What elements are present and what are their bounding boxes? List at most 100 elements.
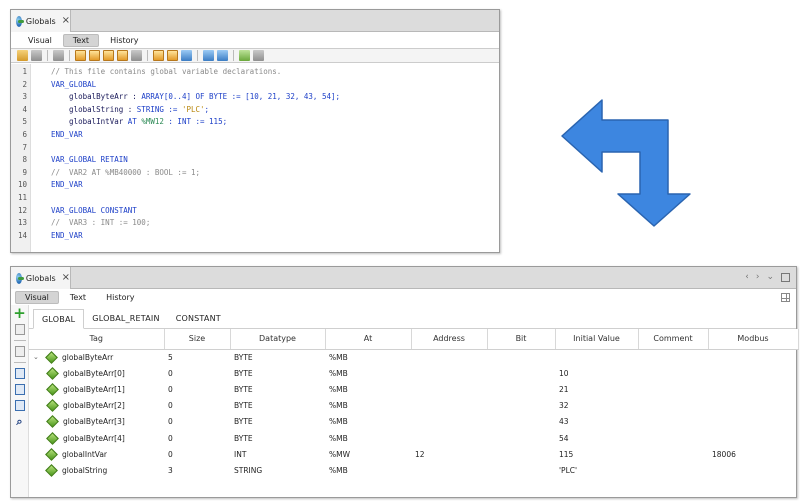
size-cell[interactable]: 5 xyxy=(164,349,230,365)
modbus-cell[interactable] xyxy=(708,398,798,414)
at-cell[interactable]: %MB xyxy=(325,462,411,478)
address-cell[interactable] xyxy=(411,462,487,478)
datatype-cell[interactable]: BYTE xyxy=(230,430,325,446)
comment-cell[interactable] xyxy=(638,365,708,381)
subtab-visual[interactable]: Visual xyxy=(19,34,61,47)
scroll-left-icon[interactable]: ‹ xyxy=(745,272,749,282)
datatype-cell[interactable]: BYTE xyxy=(230,398,325,414)
table-row[interactable]: globalByteArr[4] 0 BYTE %MB 54 xyxy=(29,430,798,446)
address-cell[interactable] xyxy=(411,398,487,414)
at-cell[interactable]: %MW xyxy=(325,446,411,462)
tag-cell[interactable]: globalByteArr[4] xyxy=(29,430,164,446)
address-cell[interactable] xyxy=(411,414,487,430)
open-icon[interactable] xyxy=(17,50,28,61)
chevron-down-icon[interactable]: ⌄ xyxy=(766,272,774,282)
grid-layout-icon[interactable] xyxy=(781,293,790,302)
find-prev-icon[interactable] xyxy=(89,50,100,61)
at-cell[interactable]: %MB xyxy=(325,398,411,414)
refresh-icon[interactable] xyxy=(14,400,25,411)
tab-constant[interactable]: CONSTANT xyxy=(168,308,229,328)
bit-cell[interactable] xyxy=(487,349,555,365)
datatype-cell[interactable]: BYTE xyxy=(230,349,325,365)
globals-doc-tab[interactable]: Globals × xyxy=(11,267,71,289)
find-icon[interactable] xyxy=(75,50,86,61)
comment-cell[interactable] xyxy=(638,430,708,446)
maximize-icon[interactable] xyxy=(781,273,790,282)
comment-cell[interactable] xyxy=(638,462,708,478)
scroll-right-icon[interactable]: › xyxy=(756,272,760,282)
save-icon[interactable] xyxy=(31,50,42,61)
size-cell[interactable]: 0 xyxy=(164,381,230,397)
size-cell[interactable]: 0 xyxy=(164,398,230,414)
shift-left-icon[interactable] xyxy=(203,50,214,61)
table-row[interactable]: globalString 3 STRING %MB 'PLC' xyxy=(29,462,798,478)
col-tag[interactable]: Tag xyxy=(29,329,165,350)
datatype-cell[interactable]: BYTE xyxy=(230,381,325,397)
modbus-cell[interactable] xyxy=(708,430,798,446)
size-cell[interactable]: 3 xyxy=(164,462,230,478)
col-at[interactable]: At xyxy=(325,329,412,350)
datatype-cell[interactable]: STRING xyxy=(230,462,325,478)
bit-cell[interactable] xyxy=(487,414,555,430)
toggle-bookmark-icon[interactable] xyxy=(181,50,192,61)
col-size[interactable]: Size xyxy=(164,329,231,350)
bit-cell[interactable] xyxy=(487,462,555,478)
initial-cell[interactable]: 43 xyxy=(555,414,638,430)
tab-global-retain[interactable]: GLOBAL_RETAIN xyxy=(84,308,167,328)
col-datatype[interactable]: Datatype xyxy=(230,329,326,350)
edit-icon[interactable] xyxy=(14,324,25,335)
address-cell[interactable] xyxy=(411,381,487,397)
tag-cell[interactable]: globalByteArr[0] xyxy=(29,365,164,381)
address-cell[interactable] xyxy=(411,365,487,381)
globals-doc-tab[interactable]: Globals × xyxy=(11,10,71,32)
modbus-cell[interactable] xyxy=(708,381,798,397)
size-cell[interactable]: 0 xyxy=(164,430,230,446)
col-comment[interactable]: Comment xyxy=(638,329,709,350)
comment-cell[interactable] xyxy=(638,381,708,397)
at-cell[interactable]: %MB xyxy=(325,430,411,446)
table-row[interactable]: ⌄ globalByteArr 5 BYTE %MB xyxy=(29,349,798,365)
initial-cell[interactable]: 21 xyxy=(555,381,638,397)
col-address[interactable]: Address xyxy=(411,329,488,350)
modbus-cell[interactable] xyxy=(708,414,798,430)
col-modbus[interactable]: Modbus xyxy=(708,329,799,350)
size-cell[interactable]: 0 xyxy=(164,446,230,462)
comment-cell[interactable] xyxy=(638,414,708,430)
bit-cell[interactable] xyxy=(487,430,555,446)
table-row[interactable]: globalIntVar 0 INT %MW 12 115 18006 xyxy=(29,446,798,462)
add-icon[interactable]: + xyxy=(13,306,26,321)
comment-cell[interactable] xyxy=(638,349,708,365)
datatype-cell[interactable]: INT xyxy=(230,446,325,462)
bookmark-next-icon[interactable] xyxy=(167,50,178,61)
bit-cell[interactable] xyxy=(487,365,555,381)
subtab-history[interactable]: History xyxy=(101,34,147,47)
address-cell[interactable] xyxy=(411,430,487,446)
datatype-cell[interactable]: BYTE xyxy=(230,365,325,381)
tag-cell[interactable]: globalByteArr[1] xyxy=(29,381,164,397)
table-row[interactable]: globalByteArr[0] 0 BYTE %MB 10 xyxy=(29,365,798,381)
modbus-cell[interactable]: 18006 xyxy=(708,446,798,462)
shift-right-icon[interactable] xyxy=(217,50,228,61)
table-row[interactable]: globalByteArr[2] 0 BYTE %MB 32 xyxy=(29,398,798,414)
comment-cell[interactable] xyxy=(638,398,708,414)
subtab-history[interactable]: History xyxy=(97,291,143,304)
macro-stop-icon[interactable] xyxy=(253,50,264,61)
subtab-text[interactable]: Text xyxy=(62,33,100,47)
col-initial-value[interactable]: Initial Value xyxy=(555,329,639,350)
bookmark-prev-icon[interactable] xyxy=(153,50,164,61)
tag-cell[interactable]: globalIntVar xyxy=(29,446,164,462)
expand-arrow-icon[interactable]: ⌄ xyxy=(33,353,41,361)
bit-cell[interactable] xyxy=(487,381,555,397)
tab-global[interactable]: GLOBAL xyxy=(33,309,85,329)
subtab-text[interactable]: Text xyxy=(61,291,95,304)
datatype-cell[interactable]: BYTE xyxy=(230,414,325,430)
comment-cell[interactable] xyxy=(638,446,708,462)
tag-cell[interactable]: globalByteArr[3] xyxy=(29,414,164,430)
tag-cell[interactable]: globalString xyxy=(29,462,164,478)
tag-cell[interactable]: ⌄ globalByteArr xyxy=(29,349,164,365)
print-icon[interactable] xyxy=(53,50,64,61)
macro-record-icon[interactable] xyxy=(239,50,250,61)
export-icon[interactable] xyxy=(14,368,25,379)
initial-cell[interactable]: 32 xyxy=(555,398,638,414)
find-next-icon[interactable] xyxy=(103,50,114,61)
